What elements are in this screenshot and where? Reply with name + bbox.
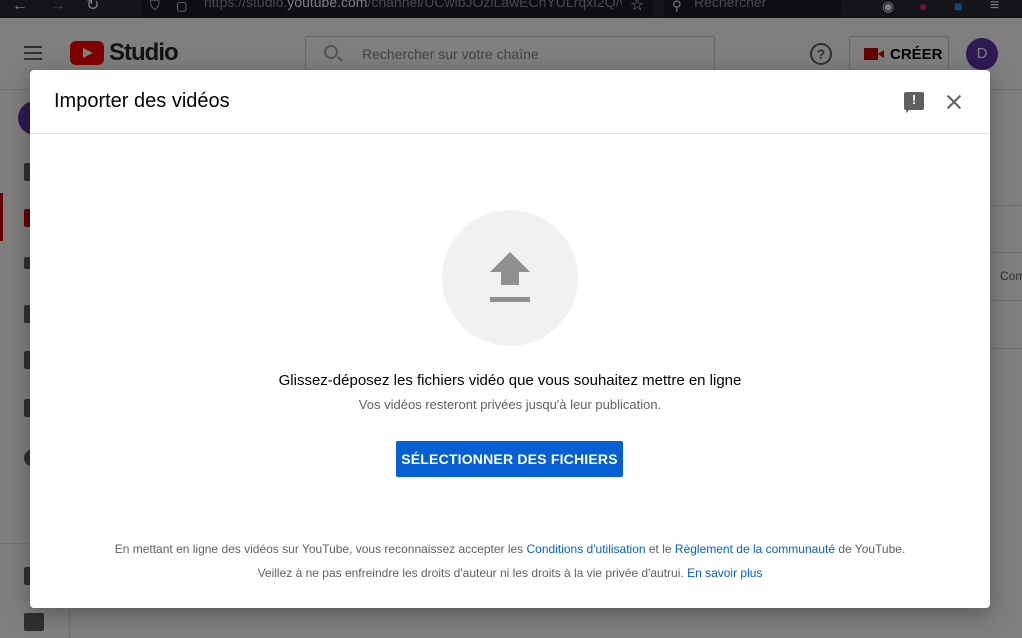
- send-feedback-icon[interactable]: [904, 92, 924, 113]
- legal-text-1b: et le: [645, 542, 675, 556]
- upload-arrow-icon: [490, 252, 530, 304]
- legal-text-1a: En mettant en ligne des vidéos sur YouTu…: [114, 542, 527, 556]
- upload-drop-zone[interactable]: [442, 210, 578, 346]
- select-files-button[interactable]: SÉLECTIONNER DES FICHIERS: [396, 441, 623, 477]
- dialog-title: Importer des vidéos: [54, 90, 230, 112]
- drop-instructions: Glissez-déposez les fichiers vidéo que v…: [278, 372, 742, 389]
- learn-more-link[interactable]: En savoir plus: [687, 566, 762, 580]
- legal-line-1: En mettant en ligne des vidéos sur YouTu…: [30, 537, 990, 561]
- upload-dialog: Importer des vidéos Glissez-déposez les …: [30, 70, 990, 608]
- legal-text-1c: de YouTube.: [835, 542, 906, 556]
- dialog-header: Importer des vidéos: [30, 70, 990, 134]
- legal-notice: En mettant en ligne des vidéos sur YouTu…: [30, 537, 990, 585]
- legal-text-2: Veillez à ne pas enfreindre les droits d…: [257, 566, 688, 580]
- legal-line-2: Veillez à ne pas enfreindre les droits d…: [30, 561, 990, 585]
- terms-of-service-link[interactable]: Conditions d'utilisation: [527, 542, 646, 556]
- privacy-note: Vos vidéos resteront privées jusqu'à leu…: [358, 397, 662, 412]
- community-guidelines-link[interactable]: Règlement de la communauté: [675, 542, 835, 556]
- close-icon[interactable]: [944, 92, 964, 112]
